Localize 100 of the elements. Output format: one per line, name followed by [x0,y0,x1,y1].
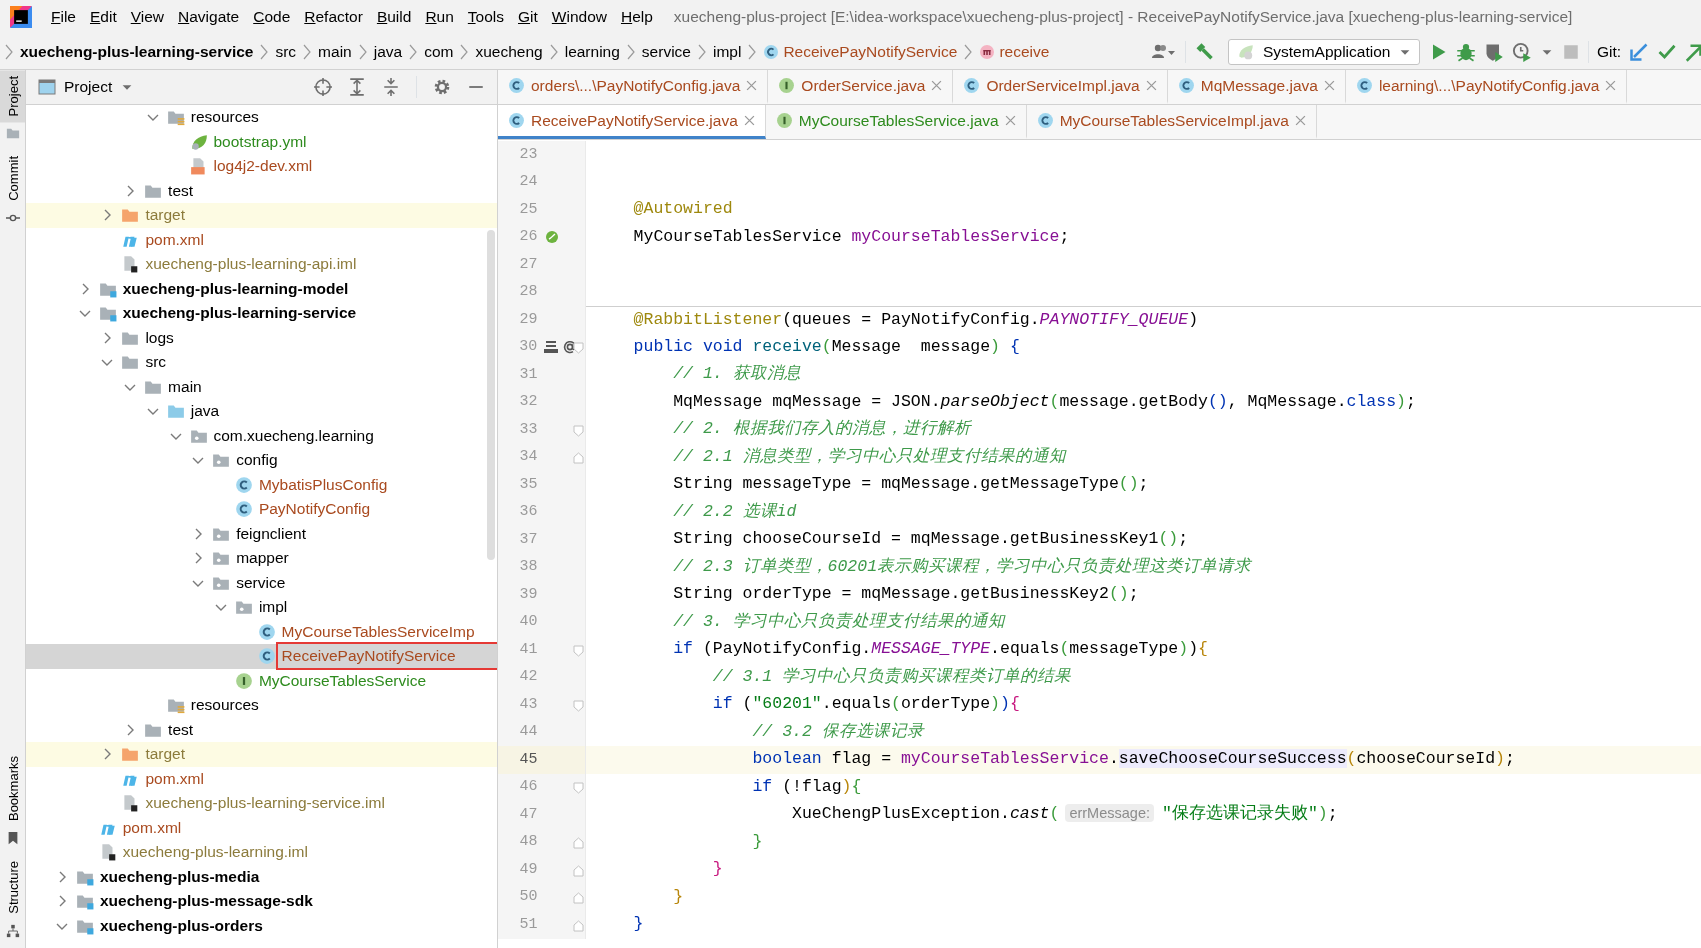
fold-marker-icon[interactable] [573,644,585,657]
tree-row[interactable]: MyCourseTablesServiceImp [26,619,497,644]
tree-item[interactable]: resources [188,695,261,716]
tree-item[interactable]: xuecheng-plus-message-sdk [98,891,315,912]
breadcrumb-item[interactable]: com [424,39,454,64]
tree-row[interactable]: log4j2-dev.xml [26,154,497,179]
app-logo[interactable] [10,6,32,28]
tree-row[interactable]: PayNotifyConfig [26,497,497,522]
tree-item[interactable]: xuecheng-plus-orders [98,915,265,936]
tree-row[interactable]: pom.xml [26,815,497,840]
tree-row[interactable]: MybatisPlusConfig [26,472,497,497]
tree-item[interactable]: xuecheng-plus-learning-api.iml [143,254,359,275]
menu-item[interactable]: File [44,5,83,29]
tree-item[interactable]: config [234,450,280,471]
tree-item[interactable]: service [234,572,288,593]
tree-item[interactable]: target [143,205,188,226]
tree-row[interactable]: target [26,203,497,228]
editor-tab[interactable]: ReceivePayNotifyService.java [498,105,766,139]
panel-title[interactable]: Project [64,75,113,99]
bug-icon[interactable] [1455,41,1476,62]
tree-item[interactable]: MyCourseTablesService [256,670,428,691]
collapse-all-icon[interactable] [382,78,400,96]
tree-item[interactable]: pom.xml [120,817,184,838]
tree-item[interactable]: MybatisPlusConfig [256,474,390,495]
fold-marker-icon[interactable] [573,452,585,465]
tree-row[interactable]: xuecheng-plus-learning.iml [26,840,497,865]
tree-item[interactable]: src [143,352,169,373]
tree-item[interactable]: test [166,719,196,740]
tree-row[interactable]: service [26,570,497,595]
menu-item[interactable]: Run [418,5,461,29]
close-icon[interactable] [1004,115,1016,126]
tree-row[interactable]: logs [26,325,497,350]
editor-tab[interactable]: OrderService.java [768,70,954,104]
tree-row[interactable]: xuecheng-plus-media [26,864,497,889]
editor-tab[interactable]: learning\...\PayNotifyConfig.java [1345,70,1628,104]
tree-item[interactable]: log4j2-dev.xml [211,156,315,177]
fold-marker-icon[interactable] [573,892,585,905]
tree-row[interactable]: test [26,717,497,742]
run-configuration-dropdown[interactable]: SystemApplication [1227,38,1420,65]
scrollbar[interactable] [487,230,495,560]
menu-item[interactable]: Build [369,5,419,29]
menu-item[interactable]: Edit [83,5,124,29]
fold-marker-icon[interactable] [573,424,585,437]
update-arrow-icon[interactable] [1629,41,1649,62]
menu-item[interactable]: Tools [460,5,511,29]
structure-icon[interactable] [6,924,20,938]
close-icon[interactable] [1605,80,1617,91]
tree-row[interactable]: MyCourseTablesService [26,668,497,693]
tree-row[interactable]: pom.xml [26,227,497,252]
tool-window-tab[interactable]: Project [0,70,25,123]
tree-row[interactable]: src [26,350,497,375]
fold-marker-icon[interactable] [573,699,585,712]
tree-row[interactable]: impl [26,595,497,620]
tool-window-tab[interactable]: Bookmarks [0,750,25,828]
tree-item[interactable]: pom.xml [143,768,206,789]
tree-item[interactable]: xuecheng-plus-learning-service.iml [143,793,387,814]
tree-row[interactable]: resources [26,693,497,718]
tree-row[interactable]: pom.xml [26,766,497,791]
tree-item[interactable]: PayNotifyConfig [256,499,373,520]
bookmark-icon[interactable] [6,831,20,846]
close-icon[interactable] [1145,80,1157,91]
tree-item[interactable]: feignclient [234,523,308,544]
tree-row[interactable]: resources [26,105,497,130]
stack-icon[interactable] [543,339,560,356]
breadcrumb-item[interactable]: xuecheng [475,39,543,64]
close-icon[interactable] [1323,80,1335,91]
fold-marker-icon[interactable] [573,864,585,877]
tree-row[interactable]: mapper [26,546,497,571]
breadcrumb-item[interactable]: src [275,39,297,64]
tree-item[interactable]: logs [143,327,176,348]
breadcrumb-item[interactable]: main [318,39,352,64]
tree-row[interactable]: ReceivePayNotifyService [26,644,497,669]
tree-item[interactable]: pom.xml [143,229,206,250]
breadcrumb-item[interactable]: java [373,39,403,64]
tree-row[interactable]: xuecheng-plus-learning-service.iml [26,791,497,816]
settings-icon[interactable] [433,78,451,96]
breadcrumb-item[interactable]: receive [999,39,1050,64]
tree-row[interactable]: xuecheng-plus-learning-service [26,301,497,326]
tree-row[interactable]: test [26,178,497,203]
tree-item[interactable]: impl [256,597,290,618]
tree-item[interactable]: xuecheng-plus-learning-service [120,303,359,324]
editor-tab[interactable]: MqMessage.java [1167,70,1346,104]
tree-row[interactable]: com.xuecheng.learning [26,423,497,448]
tree-item[interactable]: xuecheng-plus-learning.iml [120,842,310,863]
tree-item[interactable]: resources [188,107,261,128]
fold-marker-icon[interactable] [573,837,585,850]
menu-item[interactable]: Refactor [297,5,370,29]
tree-item[interactable]: mapper [234,548,291,569]
breadcrumb-item[interactable]: impl [712,39,742,64]
breadcrumb-item[interactable]: xuecheng-plus-learning-service [20,39,254,64]
bean-icon[interactable] [543,229,560,246]
close-icon[interactable] [743,115,755,126]
editor-tab[interactable]: MyCourseTablesService.java [765,105,1027,139]
menu-item[interactable]: View [123,5,172,29]
people-icon[interactable] [1150,42,1177,61]
editor-tab[interactable]: OrderServiceImpl.java [953,70,1168,104]
tree-row[interactable]: bootstrap.yml [26,129,497,154]
breadcrumb-item[interactable]: learning [564,39,620,64]
close-icon[interactable] [1294,115,1306,126]
tree-item[interactable]: target [143,744,188,765]
